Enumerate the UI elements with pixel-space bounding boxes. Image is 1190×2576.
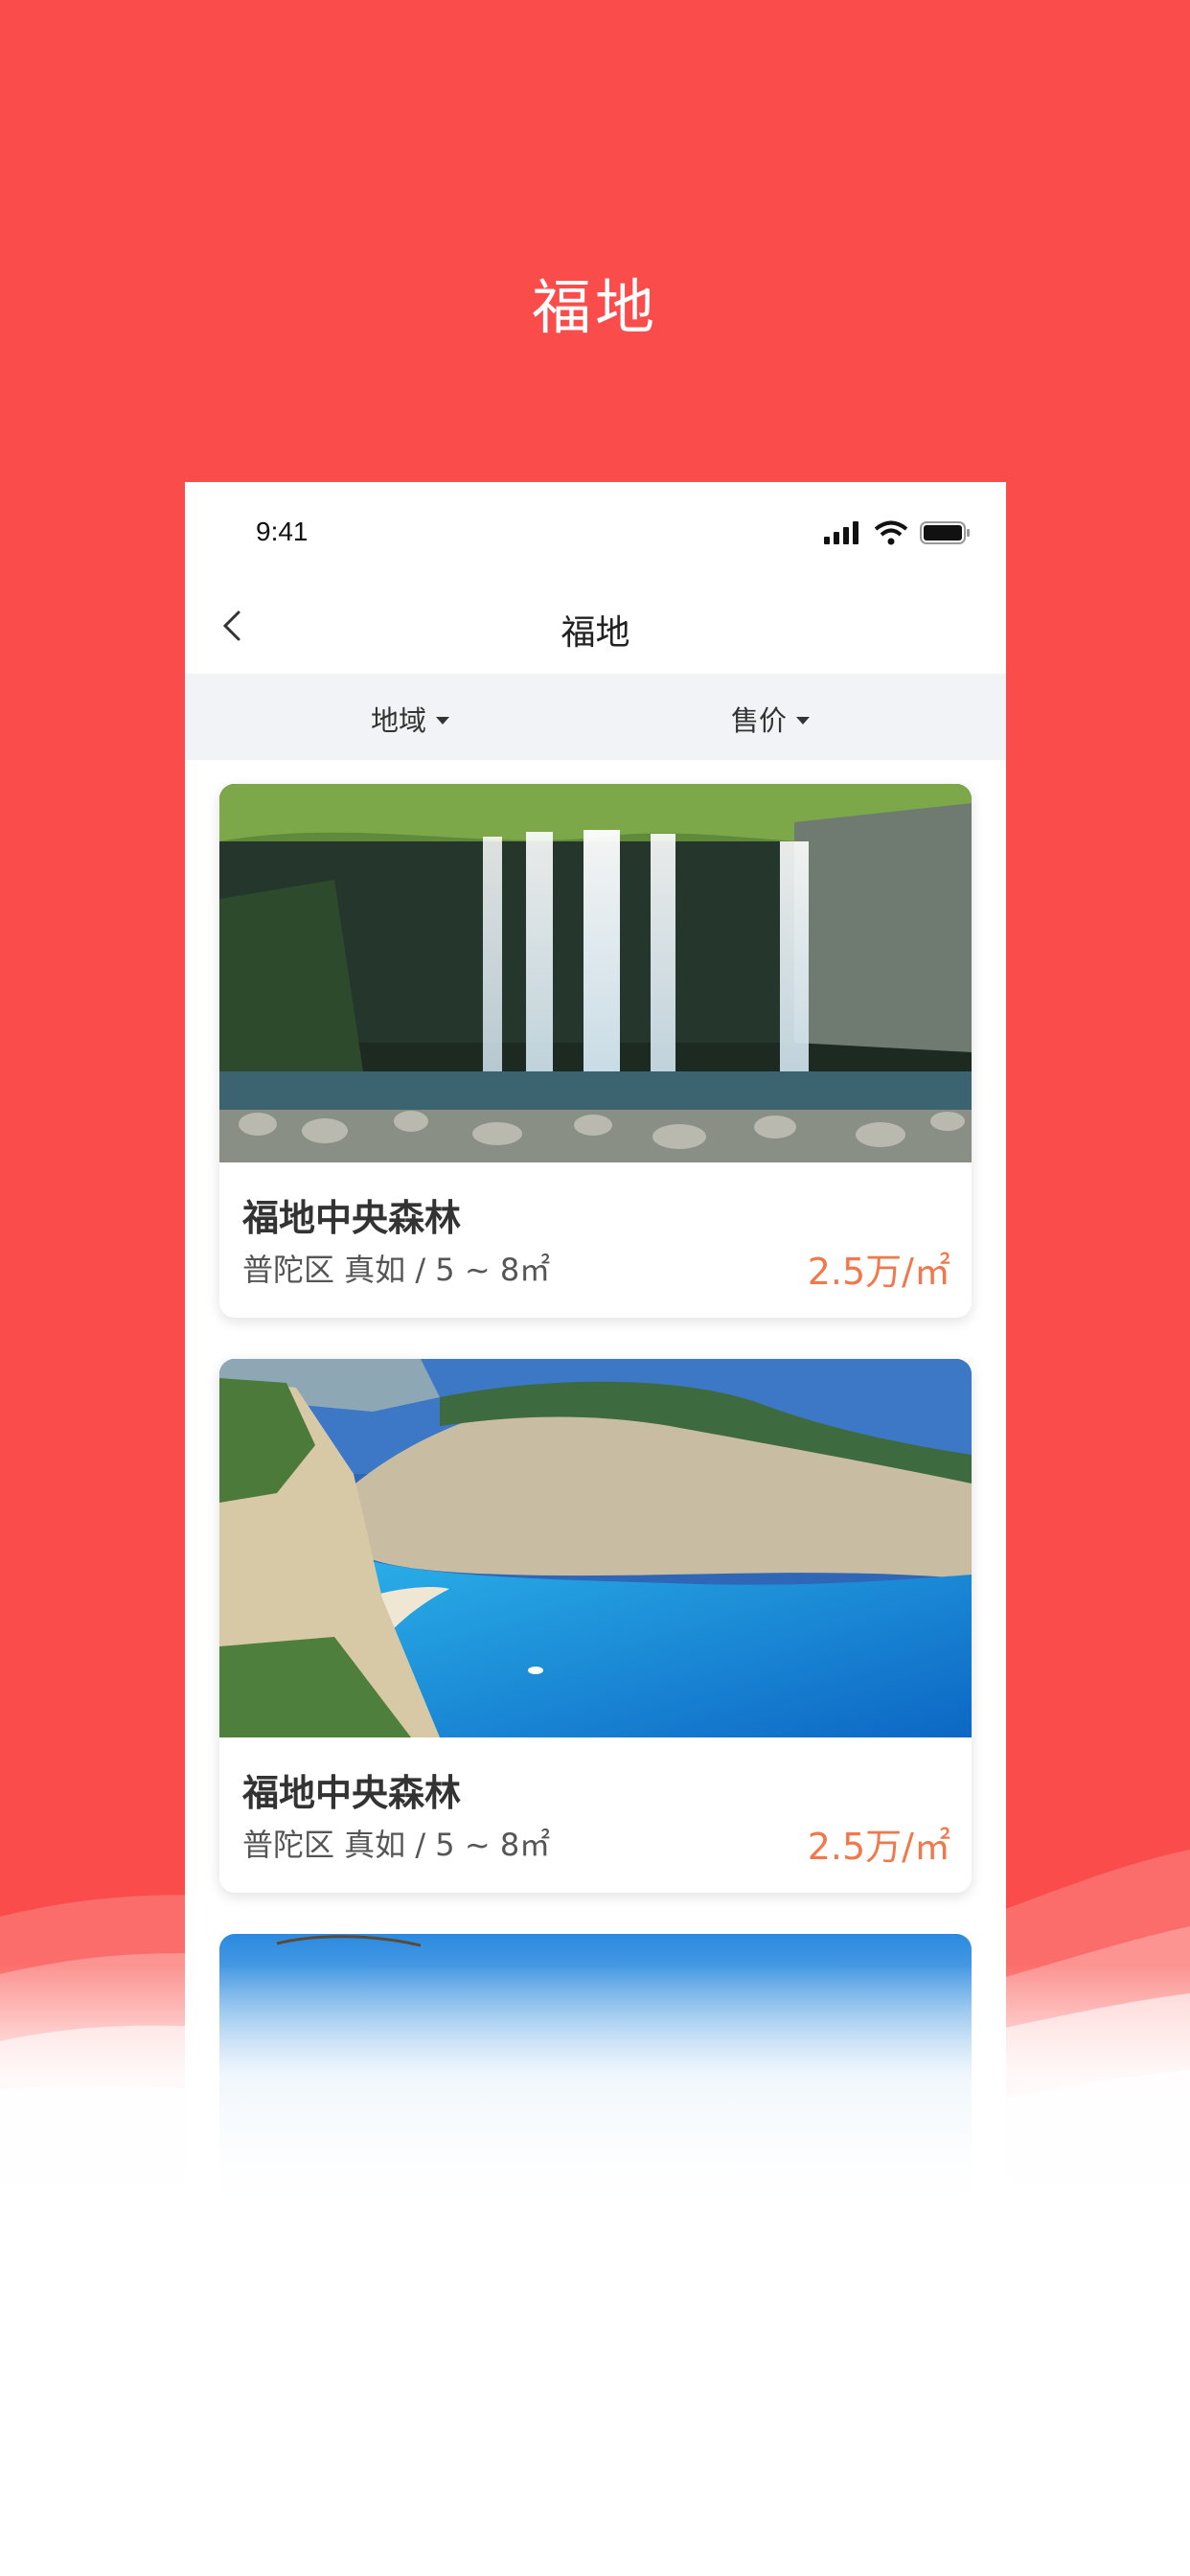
dropdown-caret-icon [796, 717, 811, 724]
navigation-bar: 福地 [185, 578, 1006, 674]
promo-headline: 福地 [531, 272, 658, 342]
battery-icon [920, 521, 970, 544]
dropdown-caret-icon [436, 717, 450, 724]
filter-label: 售价 [731, 704, 788, 737]
page-title: 福地 [561, 613, 630, 653]
filter-label: 地域 [371, 704, 427, 737]
bottom-fade-overlay [0, 1965, 1190, 2576]
listing-title: 福地中央森林 [242, 1772, 462, 1814]
listing-price: 2.5万/㎡ [807, 1826, 950, 1868]
status-time: 9:41 [256, 517, 309, 546]
wifi-icon [874, 520, 908, 545]
listing-image-beach-cove [219, 1359, 972, 1737]
listing-price: 2.5万/㎡ [807, 1251, 950, 1293]
listing-meta: 普陀区 真如 / 5 ~ 8㎡ [242, 1252, 551, 1288]
listing-image-waterfall [219, 784, 972, 1162]
listing-title: 福地中央森林 [242, 1197, 462, 1239]
filter-bar: 地域 售价 [185, 674, 1006, 760]
filter-price[interactable]: 售价 [731, 699, 811, 739]
cellular-signal-icon [824, 521, 858, 544]
listing-meta: 普陀区 真如 / 5 ~ 8㎡ [242, 1827, 551, 1863]
status-bar: 9:41 [185, 482, 1006, 578]
listing-card[interactable]: 福地中央森林 普陀区 真如 / 5 ~ 8㎡ 2.5万/㎡ [219, 784, 972, 1318]
listing-card[interactable]: 福地中央森林 普陀区 真如 / 5 ~ 8㎡ 2.5万/㎡ [219, 1359, 972, 1893]
filter-region[interactable]: 地域 [371, 699, 450, 739]
